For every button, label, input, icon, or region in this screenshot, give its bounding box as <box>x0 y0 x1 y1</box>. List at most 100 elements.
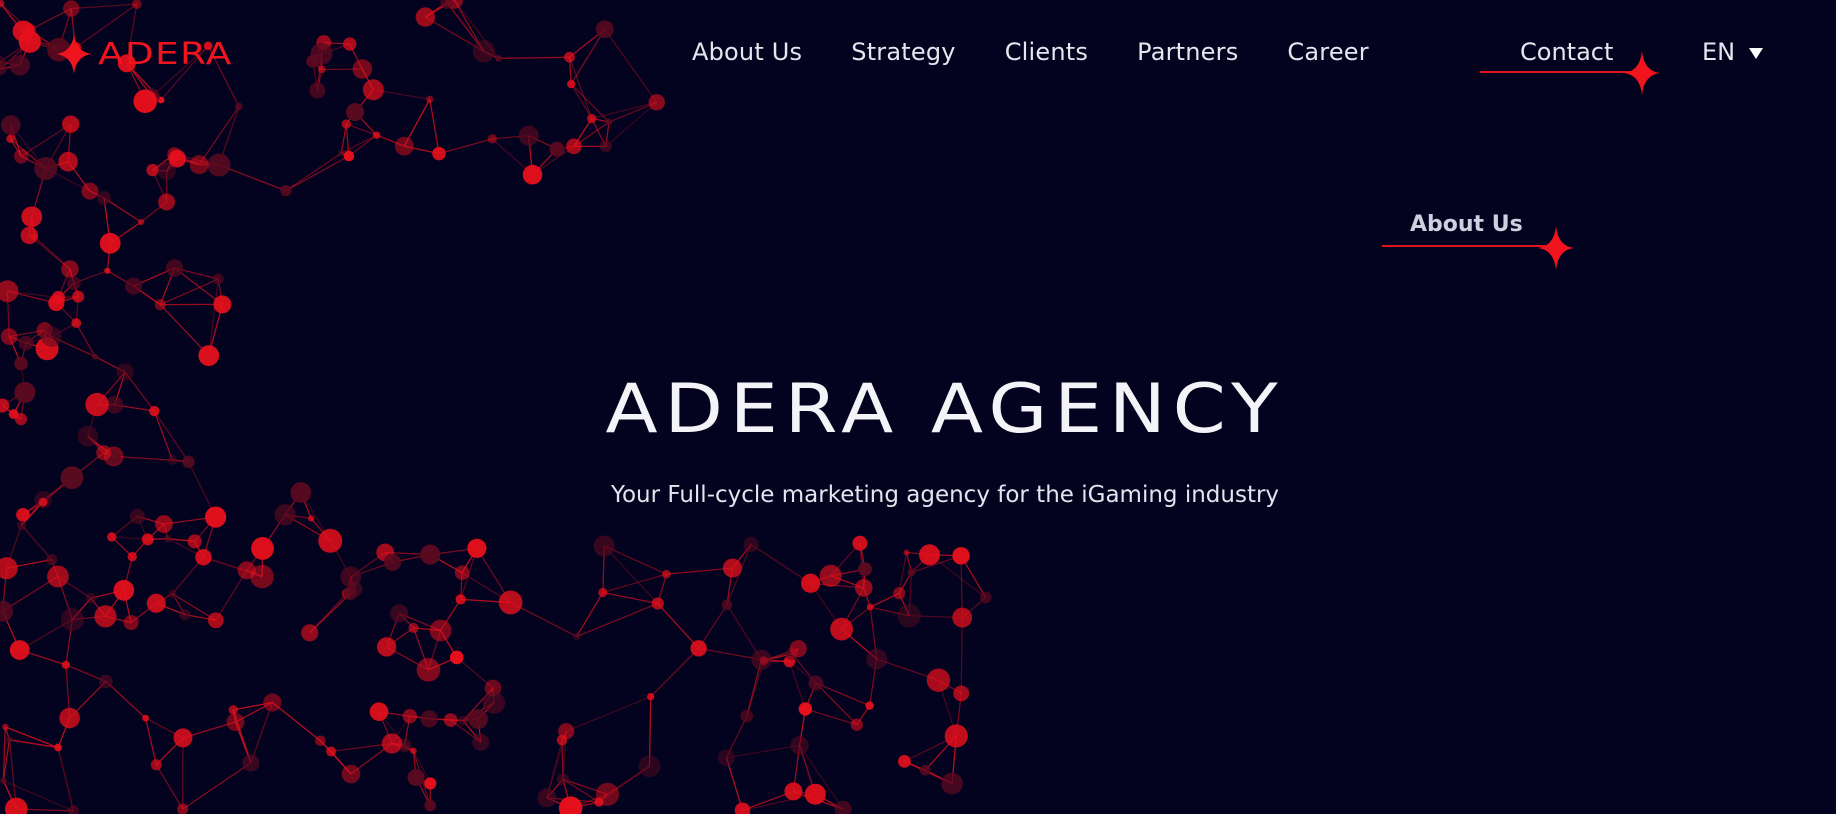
network-node <box>198 345 220 366</box>
network-edge <box>570 29 606 85</box>
network-node <box>0 777 7 784</box>
network-node <box>263 693 282 712</box>
network-node <box>21 206 43 228</box>
network-node <box>751 649 772 670</box>
network-edge <box>576 592 604 637</box>
network-node <box>164 535 172 543</box>
network-node <box>165 259 184 277</box>
network-node <box>0 280 19 303</box>
network-node <box>566 138 582 155</box>
network-node <box>381 733 402 754</box>
network-edge <box>285 152 342 192</box>
network-node <box>168 589 177 598</box>
network-node <box>205 506 227 528</box>
nav-item-strategy[interactable]: Strategy <box>851 38 955 66</box>
network-node <box>402 709 418 724</box>
network-node <box>743 536 759 553</box>
network-node <box>858 562 872 577</box>
network-node <box>13 149 29 164</box>
network-node <box>124 277 143 295</box>
network-node <box>46 554 58 566</box>
network-node <box>784 782 803 801</box>
network-node <box>865 701 874 710</box>
network-edge <box>57 747 75 812</box>
network-node <box>646 692 655 701</box>
network-node <box>85 592 97 604</box>
network-node <box>195 548 212 566</box>
network-node <box>338 149 345 157</box>
network-node <box>455 594 466 605</box>
network-node <box>158 193 176 211</box>
network-node <box>468 709 488 729</box>
nav-item-clients[interactable]: Clients <box>1005 38 1088 66</box>
about-us-link[interactable]: About Us <box>1382 212 1574 272</box>
network-node <box>648 94 665 111</box>
logo[interactable]: ADERA <box>56 34 231 74</box>
about-us-label: About Us <box>1410 212 1523 237</box>
network-edge <box>815 682 870 707</box>
network-edge <box>272 702 321 742</box>
network-node <box>251 537 274 560</box>
network-node <box>187 534 202 549</box>
network-node <box>587 113 597 124</box>
network-node <box>141 533 154 546</box>
network-node <box>235 102 243 111</box>
nav-item-career[interactable]: Career <box>1287 38 1368 66</box>
network-node <box>146 163 159 177</box>
network-node <box>132 0 142 10</box>
network-node <box>790 736 809 755</box>
network-edge <box>9 739 59 749</box>
language-selector[interactable]: EN <box>1702 38 1764 66</box>
network-node <box>0 557 18 580</box>
network-node <box>897 603 921 628</box>
network-edge <box>75 322 96 357</box>
network-edge <box>566 696 651 732</box>
caret-down-icon <box>1749 47 1764 59</box>
language-label: EN <box>1702 38 1736 66</box>
network-node <box>104 267 111 274</box>
network-edge <box>341 134 378 154</box>
network-node <box>919 764 931 776</box>
network-edge <box>285 155 350 192</box>
network-node <box>556 734 568 746</box>
network-node <box>866 603 874 611</box>
network-node <box>362 79 384 101</box>
network-node <box>537 788 557 808</box>
network-node <box>919 544 941 566</box>
network-node <box>926 668 951 692</box>
network-node <box>408 622 419 634</box>
network-node <box>61 260 79 278</box>
network-edge <box>604 28 658 103</box>
network-node <box>472 40 496 63</box>
network-node <box>804 783 826 805</box>
network-node <box>903 549 910 556</box>
network-node <box>721 599 733 611</box>
network-node <box>952 607 973 628</box>
network-edge <box>208 278 219 356</box>
network-node <box>168 149 187 168</box>
network-node <box>129 508 145 524</box>
network-node <box>310 42 333 65</box>
network-node <box>1 115 21 135</box>
nav-item-about-us[interactable]: About Us <box>692 38 802 66</box>
network-node <box>189 155 209 175</box>
network-node <box>9 55 30 76</box>
network-node <box>944 724 968 748</box>
network-node <box>595 20 614 39</box>
network-node <box>662 569 671 579</box>
network-node <box>522 164 543 185</box>
network-node <box>340 566 362 588</box>
network-node <box>250 564 274 589</box>
network-node <box>740 709 754 723</box>
network-edge <box>20 123 72 157</box>
network-node <box>301 624 319 642</box>
network-node <box>557 773 569 786</box>
network-node <box>487 134 497 144</box>
network-node <box>67 276 81 291</box>
nav-item-partners[interactable]: Partners <box>1137 38 1238 66</box>
network-node <box>572 632 581 641</box>
network-edge <box>438 138 493 155</box>
network-node <box>798 702 813 716</box>
contact-button[interactable]: Contact <box>1480 38 1660 95</box>
network-node <box>280 185 292 197</box>
